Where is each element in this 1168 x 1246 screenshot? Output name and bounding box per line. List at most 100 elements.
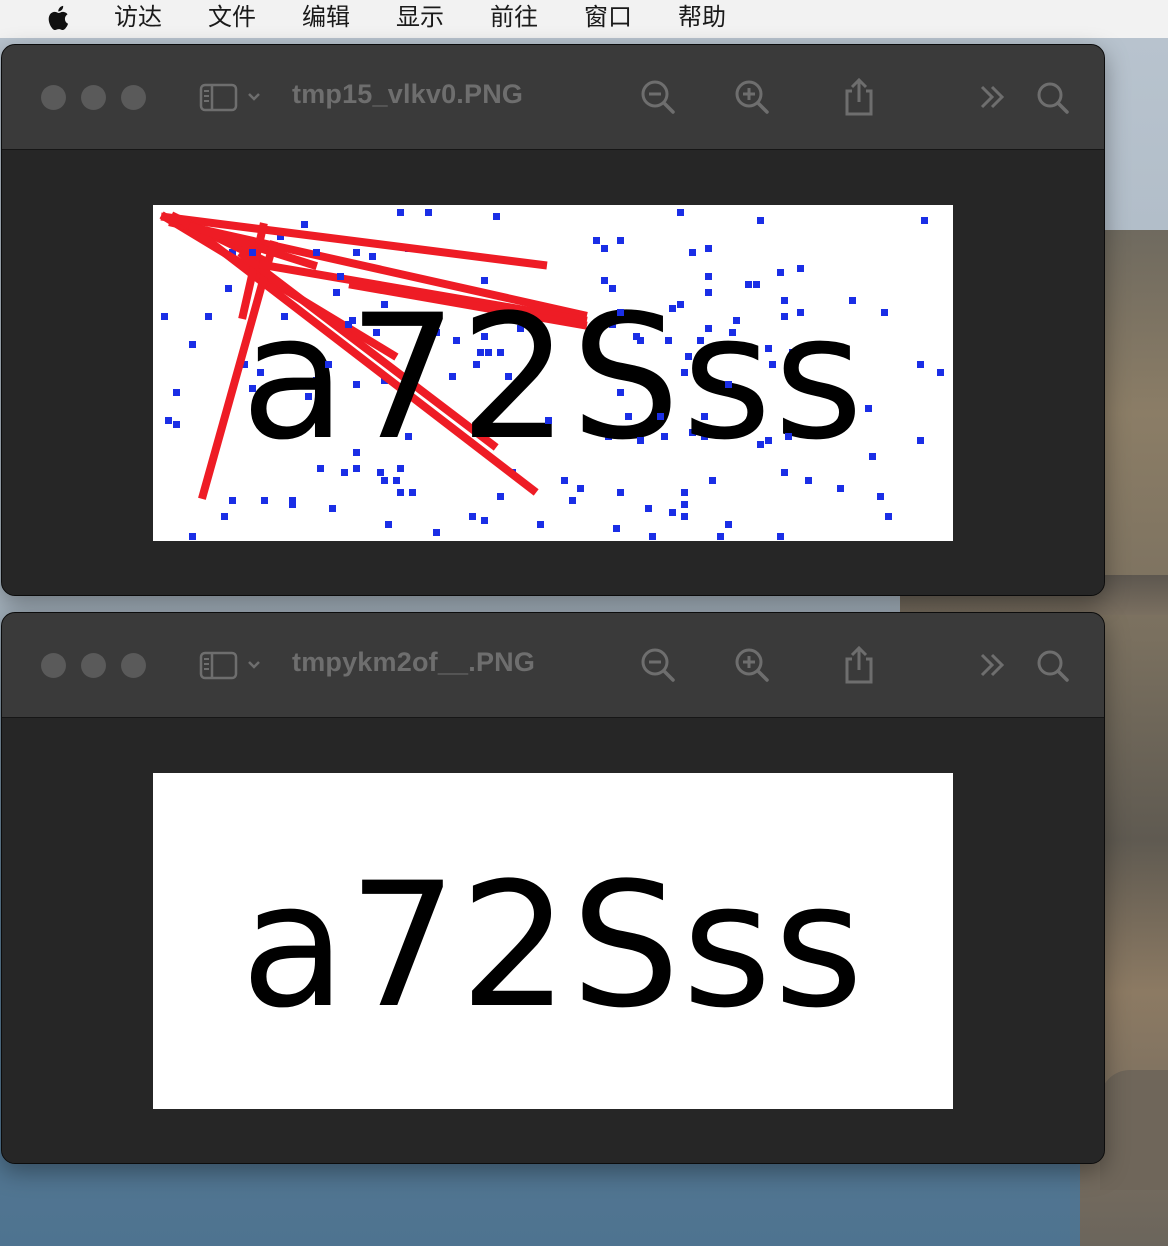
noise-dot xyxy=(497,493,504,500)
noise-dot xyxy=(369,253,376,260)
noise-dot xyxy=(617,237,624,244)
window-title: tmpykm2of__.PNG xyxy=(292,647,536,677)
noise-dot xyxy=(689,249,696,256)
menu-go[interactable]: 前往 xyxy=(490,4,538,32)
noise-dot xyxy=(645,505,652,512)
sidebar-icon xyxy=(199,83,260,112)
close-button[interactable] xyxy=(41,85,66,110)
window-titlebar: tmpykm2of__.PNG xyxy=(2,613,1104,718)
fullscreen-button[interactable] xyxy=(121,85,146,110)
share-icon[interactable] xyxy=(837,75,881,119)
noise-dot xyxy=(481,517,488,524)
noise-dot xyxy=(173,389,180,396)
zoom-out-icon[interactable] xyxy=(636,75,680,119)
fullscreen-button[interactable] xyxy=(121,653,146,678)
noise-dot xyxy=(249,385,256,392)
noise-dot xyxy=(717,533,724,540)
zoom-out-icon[interactable] xyxy=(636,643,680,687)
noise-dot xyxy=(469,513,476,520)
noise-dot xyxy=(337,273,344,280)
noise-dot xyxy=(329,505,336,512)
noise-dot xyxy=(425,209,432,216)
menu-finder[interactable]: 访达 xyxy=(114,4,162,32)
noise-dot xyxy=(249,249,256,256)
noise-dot xyxy=(397,209,404,216)
zoom-in-icon[interactable] xyxy=(730,75,774,119)
noise-dot xyxy=(481,277,488,284)
noise-dot xyxy=(649,533,656,540)
menu-window[interactable]: 窗口 xyxy=(584,4,632,32)
more-chevrons-icon[interactable] xyxy=(970,643,1014,687)
noise-dot xyxy=(669,305,676,312)
noise-dot xyxy=(917,361,924,368)
menu-file[interactable]: 文件 xyxy=(208,4,256,32)
noise-dot xyxy=(577,485,584,492)
noise-dot xyxy=(765,345,772,352)
noise-dot xyxy=(325,361,332,368)
menu-bar: 访达 文件 编辑 显示 前往 窗口 帮助 xyxy=(0,0,1168,38)
more-chevrons-icon[interactable] xyxy=(970,75,1014,119)
zoom-in-icon[interactable] xyxy=(730,643,774,687)
preview-window-2: tmpykm2of__.PNG a72Sss xyxy=(1,612,1105,1164)
noise-dot xyxy=(617,309,624,316)
noise-dot xyxy=(593,237,600,244)
search-icon[interactable] xyxy=(1030,643,1074,687)
noise-dot xyxy=(937,369,944,376)
noise-dot xyxy=(681,501,688,508)
noise-dot xyxy=(613,525,620,532)
preview-window-1: tmp15_vlkv0.PNG a72Sss xyxy=(1,44,1105,596)
noise-dot xyxy=(677,209,684,216)
noise-dot xyxy=(305,393,312,400)
noise-dot xyxy=(189,533,196,540)
minimize-button[interactable] xyxy=(81,85,106,110)
noise-dot xyxy=(313,249,320,256)
noise-dot xyxy=(677,301,684,308)
noise-dot xyxy=(409,489,416,496)
noise-dot xyxy=(709,477,716,484)
noise-dot xyxy=(885,513,892,520)
window-titlebar: tmp15_vlkv0.PNG xyxy=(2,45,1104,150)
noise-dot xyxy=(393,477,400,484)
noise-dot xyxy=(397,489,404,496)
noise-dot xyxy=(569,497,576,504)
menu-help[interactable]: 帮助 xyxy=(678,4,726,32)
noise-dot xyxy=(353,249,360,256)
noise-dot xyxy=(561,477,568,484)
noise-dot xyxy=(777,269,784,276)
noise-dot xyxy=(161,313,168,320)
search-icon[interactable] xyxy=(1030,75,1074,119)
noise-dot xyxy=(877,493,884,500)
noise-dot xyxy=(189,341,196,348)
noise-dot xyxy=(637,437,644,444)
noise-dot xyxy=(781,313,788,320)
noise-dot xyxy=(701,413,708,420)
noise-dot xyxy=(669,509,676,516)
menu-edit[interactable]: 编辑 xyxy=(302,4,350,32)
close-button[interactable] xyxy=(41,653,66,678)
noise-dot xyxy=(617,489,624,496)
noise-dot xyxy=(301,221,308,228)
captcha-text: a72Sss xyxy=(241,845,866,1046)
noise-dot xyxy=(921,217,928,224)
noise-dot xyxy=(345,321,352,328)
sidebar-toggle-button[interactable] xyxy=(196,75,266,119)
sidebar-toggle-button[interactable] xyxy=(196,643,266,687)
noise-dot xyxy=(381,477,388,484)
window-title: tmp15_vlkv0.PNG xyxy=(292,79,524,109)
minimize-button[interactable] xyxy=(81,653,106,678)
noise-dot xyxy=(165,417,172,424)
noise-dot xyxy=(869,453,876,460)
apple-icon[interactable] xyxy=(44,4,70,32)
menu-view[interactable]: 显示 xyxy=(396,4,444,32)
noise-dot xyxy=(601,245,608,252)
share-icon[interactable] xyxy=(837,643,881,687)
sidebar-icon xyxy=(199,651,260,680)
noise-dot xyxy=(221,513,228,520)
noise-dot xyxy=(537,521,544,528)
captcha-image-noisy: a72Sss xyxy=(153,205,953,541)
noise-dot xyxy=(261,497,268,504)
noise-dot xyxy=(173,421,180,428)
noise-dot xyxy=(661,433,668,440)
noise-dot xyxy=(725,521,732,528)
noise-dot xyxy=(373,329,380,336)
